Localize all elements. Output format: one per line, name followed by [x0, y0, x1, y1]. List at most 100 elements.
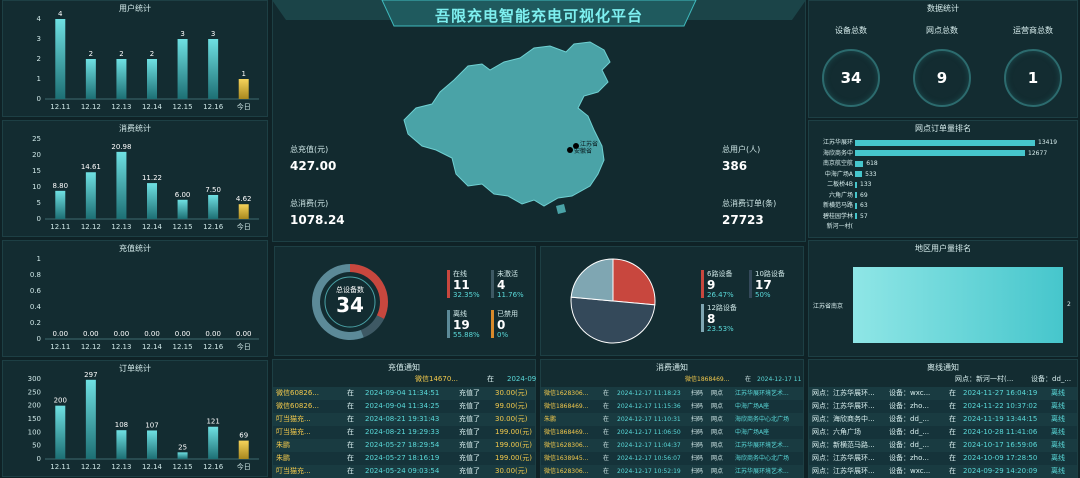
rank-bar — [855, 150, 1026, 156]
y-tick-label: 1 — [37, 75, 41, 83]
bar[interactable] — [208, 426, 219, 459]
rank-row[interactable]: 碧桂园学林 57 — [813, 212, 868, 221]
cell-dev: 设备：zho... — [889, 402, 929, 410]
bar[interactable] — [147, 183, 157, 219]
legend-label: 10路设备 — [755, 270, 785, 278]
legend-item: 12路设备 8 23.53% — [701, 303, 737, 333]
recharge-stats-panel: 充值统计 0 0.2 0.4 0.6 0.8 1 12.11 0.00 12.12 0.00 12.… — [2, 240, 268, 357]
legend-value: 17 — [755, 278, 772, 292]
rank-row[interactable]: 新河一村( — [813, 222, 858, 231]
donut-segment[interactable] — [360, 315, 385, 338]
pie-slice[interactable] — [570, 296, 656, 344]
region-label: 江苏省南京 — [813, 303, 844, 310]
bar[interactable] — [147, 59, 157, 99]
cell-dev: 设备：dd_... — [889, 428, 930, 436]
y-tick-label: 25 — [32, 135, 41, 143]
x-tick-label: 12.15 — [173, 223, 193, 231]
pie-slice[interactable] — [612, 258, 656, 306]
cell-time: 2024-10-09 17:28:50 — [963, 454, 1038, 462]
legend-value: 11 — [453, 278, 470, 292]
table-row[interactable]: 微信60826... 在 2024-09-04 11:34:25 充值了 99.00(元… — [273, 400, 535, 413]
cell-st: 离线 — [1051, 467, 1065, 475]
table-row[interactable]: 微信1638945... 在 2024-12-17 10:56:07 扫码 网点 海欣商务… — [541, 452, 803, 465]
cell-act: 充值了 — [459, 389, 480, 397]
cell-at: 在 — [603, 442, 610, 449]
recharge-notice-panel: 充值通知 微信14670... 在 2024-09 微信60826... 在 202… — [272, 359, 536, 478]
rank-row[interactable]: 中海广场A 533 — [813, 170, 877, 179]
table-row[interactable]: 微信1628306... 在 2024-12-17 10:52:19 扫码 网点 江苏华展… — [541, 465, 803, 478]
bar[interactable] — [208, 39, 219, 99]
y-tick-label: 0 — [37, 335, 41, 343]
cell-at: 在 — [949, 402, 956, 410]
rank-row[interactable]: 南京航空航 618 — [813, 159, 878, 168]
bar[interactable] — [147, 430, 157, 459]
legend-swatch — [701, 270, 704, 298]
table-row[interactable]: 叮当猫充... 在 2024-05-24 09:03:54 充值了 30.00(元) — [273, 465, 535, 478]
rank-row[interactable]: 二板桥4B 133 — [813, 180, 871, 189]
bar[interactable] — [177, 39, 188, 99]
cell-site: 网点：六角广场 — [812, 428, 861, 436]
rank-row[interactable]: 六角广场 69 — [813, 191, 868, 200]
rank-value: 618 — [866, 160, 878, 167]
x-tick-label: 12.15 — [173, 343, 193, 351]
rank-row[interactable]: 江苏华展环 13419 — [813, 138, 1057, 147]
table-row[interactable]: 朱鹏 在 2024-05-27 18:29:54 充值了 199.00(元) — [273, 439, 535, 452]
y-tick-label: 15 — [32, 167, 41, 175]
table-row[interactable]: 叮当猫充... 在 2024-08-21 19:31:43 充值了 30.00(元) — [273, 413, 535, 426]
x-tick-label: 12.11 — [50, 223, 70, 231]
cell-act: 扫码 — [691, 390, 704, 397]
table-row[interactable]: 微信1628306... 在 2024-12-17 11:18:23 扫码 网点 江苏华展… — [541, 387, 803, 400]
table-row[interactable]: 网点：江苏华展环... 设备：zho... 在 2024-11-22 10:37:02… — [809, 400, 1077, 413]
table-row[interactable]: 网点：江苏华展环... 设备：wxc... 在 2024-11-27 16:04:19… — [809, 387, 1077, 400]
bar[interactable] — [177, 199, 188, 219]
x-tick-label: 12.16 — [203, 343, 224, 351]
table-row[interactable]: 微信1628306... 在 2024-12-17 11:04:37 扫码 网点 江苏华展… — [541, 439, 803, 452]
cell-name: 叮当猫充... — [276, 467, 311, 475]
cell-loc: 网点 — [711, 468, 724, 475]
bar[interactable] — [116, 59, 127, 99]
table-row[interactable]: 微信60826... 在 2024-09-04 11:34:51 充值了 30.00(元… — [273, 387, 535, 400]
table-row[interactable]: 朱鹏 在 2024-12-17 11:10:31 扫码 网点 海欣商务中心北广场 — [541, 413, 803, 426]
legend-value: 4 — [497, 278, 506, 292]
table-row[interactable]: 网点：新横范马路... 设备：dd_... 在 2024-10-17 16:59:06… — [809, 439, 1077, 452]
cell-name: 朱鹏 — [276, 454, 290, 462]
bar[interactable] — [55, 19, 66, 99]
rank-bar — [855, 192, 857, 198]
table-row[interactable]: 网点：六角广场 设备：dd_... 在 2024-10-28 11:41:06 离线 — [809, 426, 1077, 439]
table-row[interactable]: 网点：江苏华展环... 设备：zho... 在 2024-10-09 17:28:50… — [809, 452, 1077, 465]
bar-value-label: 4 — [58, 10, 63, 18]
bar[interactable] — [238, 79, 249, 99]
site-total-value: 9 — [936, 69, 948, 87]
cell-act: 扫码 — [691, 455, 704, 462]
total-consume: 总消费(元) 1078.24 — [290, 198, 345, 227]
rank-row[interactable]: 新横范马路 63 — [813, 201, 868, 210]
total-consume-value: 1078.24 — [290, 213, 345, 227]
bar[interactable] — [55, 190, 66, 219]
top-at: 在 — [745, 376, 752, 383]
table-row[interactable]: 微信1868469... 在 2024-12-17 11:15:36 扫码 网点 中海广场… — [541, 400, 803, 413]
table-row[interactable]: 叮当猫充... 在 2024-08-21 19:29:33 充值了 199.00(元) — [273, 426, 535, 439]
bar[interactable] — [85, 379, 96, 459]
rank-row[interactable]: 海欣商务中 12677 — [813, 149, 1047, 158]
bar[interactable] — [85, 172, 96, 219]
table-row[interactable]: 网点：江苏华展环... 设备：wxc... 在 2024-09-29 14:20:09… — [809, 465, 1077, 478]
bar[interactable] — [55, 405, 66, 459]
bar[interactable] — [85, 59, 96, 99]
bar[interactable] — [177, 452, 188, 459]
y-tick-label: 0 — [37, 95, 41, 103]
bar[interactable] — [116, 151, 127, 219]
bar[interactable] — [238, 204, 249, 219]
table-row[interactable]: 网点：海欣商务中... 设备：dd_... 在 2024-11-19 13:44:15… — [809, 413, 1077, 426]
cell-time: 2024-12-17 11:06:50 — [617, 429, 681, 436]
bar-value-label: 0.00 — [52, 330, 68, 338]
table-row[interactable]: 微信1868469... 在 2024-12-17 11:06:50 扫码 网点 中海广场… — [541, 426, 803, 439]
bar[interactable] — [238, 440, 249, 459]
total-orders-label: 总消费订单(条) — [722, 199, 777, 208]
cell-place: 江苏华展环境艺术... — [735, 468, 789, 475]
bar[interactable] — [208, 195, 219, 219]
device-total-value: 34 — [840, 69, 862, 87]
bar[interactable] — [116, 430, 127, 459]
x-tick-label: 12.14 — [142, 103, 163, 111]
pie-slice[interactable] — [570, 258, 614, 302]
table-row[interactable]: 朱鹏 在 2024-05-27 18:16:19 充值了 199.00(元) — [273, 452, 535, 465]
